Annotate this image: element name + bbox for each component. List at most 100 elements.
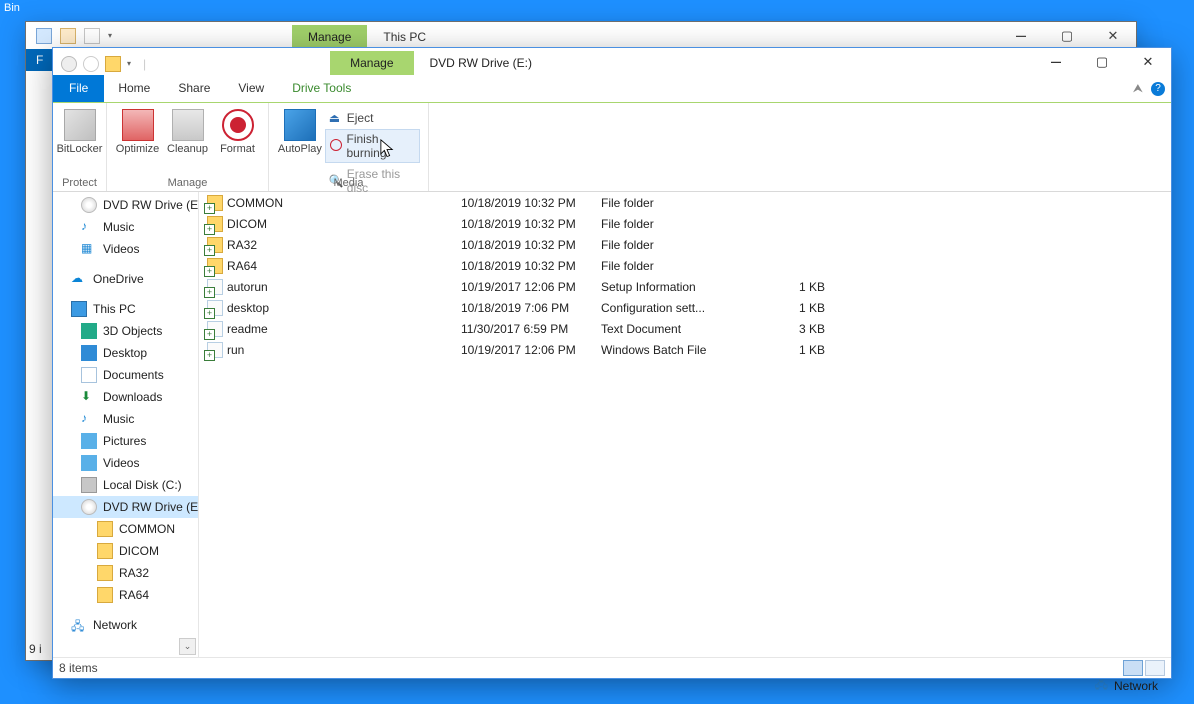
file-name: run (227, 343, 461, 357)
video-icon (81, 455, 97, 471)
folder-icon (97, 565, 113, 581)
maximize-button[interactable]: ▢ (1044, 22, 1090, 49)
file-name: DICOM (227, 217, 461, 231)
file-size: 1 KB (761, 343, 831, 357)
window-title: This PC (367, 25, 442, 49)
autoplay-button[interactable]: AutoPlay (277, 107, 323, 155)
desktop-icon (81, 345, 97, 361)
nav-this-pc[interactable]: This PC (53, 298, 198, 320)
nav-dicom[interactable]: DICOM (53, 540, 198, 562)
props-icon[interactable] (84, 28, 100, 44)
file-row[interactable]: autorun10/19/2017 12:06 PMSetup Informat… (203, 276, 1163, 297)
nav-documents[interactable]: Documents (53, 364, 198, 386)
file-row[interactable]: run10/19/2017 12:06 PMWindows Batch File… (203, 339, 1163, 360)
video-icon: ▦ (81, 241, 97, 257)
nav-music[interactable]: ♪Music (53, 216, 198, 238)
help-icon[interactable]: ? (1151, 82, 1165, 96)
item-count: 8 items (59, 661, 98, 675)
file-row[interactable]: readme11/30/2017 6:59 PMText Document3 K… (203, 318, 1163, 339)
file-menu[interactable]: F (26, 53, 53, 67)
close-button[interactable]: ✕ (1090, 22, 1136, 49)
nav-pictures[interactable]: Pictures (53, 430, 198, 452)
menu-bar: File Home Share View Drive Tools ⮝ ? (53, 75, 1171, 102)
menu-view[interactable]: View (224, 75, 278, 102)
download-icon: ⬇ (81, 389, 97, 405)
folder-icon (97, 543, 113, 559)
disc-icon (81, 499, 97, 515)
back-status: 9 i (29, 642, 42, 656)
contextual-tab-manage[interactable]: Manage (292, 25, 367, 49)
nav-dvd-drive-top[interactable]: DVD RW Drive (E (53, 194, 198, 216)
details-view-button[interactable] (1123, 660, 1143, 676)
optimize-button[interactable]: Optimize (113, 107, 163, 155)
contextual-tab-manage[interactable]: Manage (330, 51, 413, 75)
file-date: 11/30/2017 6:59 PM (461, 322, 601, 336)
nav-dvd-drive[interactable]: DVD RW Drive (E (53, 496, 198, 518)
folder-icon (207, 195, 223, 211)
file-date: 10/18/2019 7:06 PM (461, 301, 601, 315)
bitlocker-icon (64, 109, 96, 141)
nav-videos2[interactable]: Videos (53, 452, 198, 474)
cloud-icon: ☁ (71, 271, 87, 287)
format-button[interactable]: Format (213, 107, 263, 155)
file-row[interactable]: RA6410/18/2019 10:32 PMFile folder (203, 255, 1163, 276)
file-name: desktop (227, 301, 461, 315)
file-list[interactable]: COMMON10/18/2019 10:32 PMFile folderDICO… (199, 192, 1171, 657)
navigation-pane[interactable]: DVD RW Drive (E ♪Music ▦Videos ☁OneDrive… (53, 192, 199, 657)
folder-icon (207, 237, 223, 253)
burn-icon (330, 139, 343, 153)
cleanup-button[interactable]: Cleanup (163, 107, 213, 155)
file-type: File folder (601, 259, 761, 273)
file-date: 10/19/2017 12:06 PM (461, 343, 601, 357)
file-name: autorun (227, 280, 461, 294)
file-row[interactable]: DICOM10/18/2019 10:32 PMFile folder (203, 213, 1163, 234)
nav-common[interactable]: COMMON (53, 518, 198, 540)
nav-ra64[interactable]: RA64 (53, 584, 198, 606)
scroll-down-icon[interactable]: ⌄ (179, 638, 196, 655)
desktop-bin-label: Bin (4, 2, 20, 14)
save-icon[interactable] (60, 28, 76, 44)
nav-onedrive[interactable]: ☁OneDrive (53, 268, 198, 290)
finish-burning-button[interactable]: Finish burning (325, 129, 420, 163)
maximize-button[interactable]: ▢ (1079, 48, 1125, 75)
file-type: Windows Batch File (601, 343, 761, 357)
minimize-button[interactable]: – (1033, 48, 1079, 75)
nav-videos[interactable]: ▦Videos (53, 238, 198, 260)
menu-file[interactable]: File (53, 75, 104, 102)
file-name: readme (227, 322, 461, 336)
file-row[interactable]: desktop10/18/2019 7:06 PMConfiguration s… (203, 297, 1163, 318)
bitlocker-button[interactable]: BitLocker (55, 107, 105, 155)
minimize-button[interactable]: – (998, 22, 1044, 49)
file-size: 1 KB (761, 301, 831, 315)
eject-button[interactable]: ⏏Eject (325, 109, 420, 127)
file-date: 10/18/2019 10:32 PM (461, 217, 601, 231)
icons-view-button[interactable] (1145, 660, 1165, 676)
menu-home[interactable]: Home (104, 75, 164, 102)
close-button[interactable]: ✕ (1125, 48, 1171, 75)
nav-downloads[interactable]: ⬇Downloads (53, 386, 198, 408)
nav-desktop[interactable]: Desktop (53, 342, 198, 364)
menu-share[interactable]: Share (164, 75, 224, 102)
file-size: 3 KB (761, 322, 831, 336)
nav-network[interactable]: 🖧Network (53, 614, 198, 636)
ribbon: BitLocker Protect Optimize Cleanup Forma… (53, 102, 1171, 192)
file-type: File folder (601, 238, 761, 252)
file-row[interactable]: RA3210/18/2019 10:32 PMFile folder (203, 234, 1163, 255)
folder-icon[interactable] (105, 56, 121, 72)
chevron-down-icon[interactable]: ▾ (127, 59, 137, 69)
pc-icon (71, 301, 87, 317)
nav-ra32[interactable]: RA32 (53, 562, 198, 584)
nav-forward-icon[interactable] (83, 56, 99, 72)
nav-back-icon[interactable] (61, 56, 77, 72)
folder-icon (207, 258, 223, 274)
menu-drive-tools[interactable]: Drive Tools (278, 75, 365, 102)
chevron-down-icon[interactable]: ▾ (108, 31, 112, 40)
minimize-ribbon-icon[interactable]: ⮝ (1133, 81, 1143, 96)
folder-icon (97, 521, 113, 537)
nav-local-disk[interactable]: Local Disk (C:) (53, 474, 198, 496)
nav-music2[interactable]: ♪Music (53, 408, 198, 430)
nav-3d-objects[interactable]: 3D Objects (53, 320, 198, 342)
file-type: Configuration sett... (601, 301, 761, 315)
file-date: 10/19/2017 12:06 PM (461, 280, 601, 294)
folder-icon (97, 587, 113, 603)
